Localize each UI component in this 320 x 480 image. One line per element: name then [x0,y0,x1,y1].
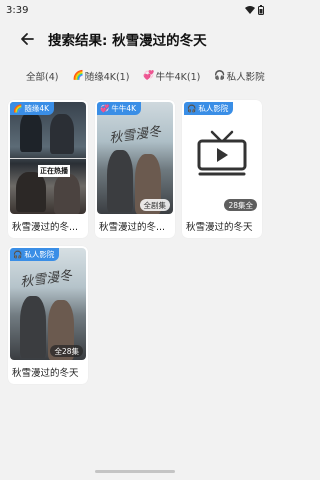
poster-image: 秋雪漫冬 全剧集 [97,102,173,214]
source-badge: 💞 牛牛4K [97,102,142,115]
source-tabs: 全部(4) 🌈 随缘4K(1) 💞 牛牛4K(1) 🎧 私人影院 [0,64,270,88]
headphones-icon: 🎧 [214,71,226,81]
hearts-icon: 💞 [143,71,155,81]
result-title: 秋雪漫过的冬天 [186,222,253,233]
episode-count: 28集全 [224,199,257,211]
source-badge: 🎧 私人影院 [184,102,234,115]
episode-count: 全28集 [50,345,83,357]
poster-image: 28集全 [184,102,260,214]
back-button[interactable] [12,24,42,54]
poster-calligraphy: 秋雪漫冬 [19,268,74,291]
result-title: 秋雪漫过的冬... [99,222,166,233]
back-arrow-icon [21,33,34,45]
battery-icon [258,5,264,15]
headphones-icon: 🎧 [187,104,197,113]
poster-image: 秋雪漫冬 全28集 [10,248,86,360]
gesture-bar [0,454,270,480]
tab-label: 全部(4) [26,72,59,83]
tab-suiyuan[interactable]: 🌈 随缘4K(1) [72,69,129,83]
page-title: 搜索结果: 秋雪漫过的冬天 [48,33,207,49]
tab-private-cinema[interactable]: 🎧 私人影院 [214,69,264,83]
rainbow-icon: 🌈 [72,71,84,81]
episode-count: 全剧集 [139,199,170,211]
poster-calligraphy: 秋雪漫冬 [108,124,163,147]
wifi-icon [245,5,255,14]
result-card[interactable]: 秋雪漫冬 全28集 🎧 私人影院 秋雪漫过的冬天 [8,246,88,384]
source-badge: 🎧 私人影院 [10,248,60,261]
status-time: 3:39 [6,4,29,16]
result-title: 秋雪漫过的冬天 [12,368,79,379]
tab-label: 随缘4K(1) [84,72,130,83]
header: 搜索结果: 秋雪漫过的冬天 [0,24,270,54]
poster-image: 正在热播 [10,102,86,214]
tv-play-icon [197,130,247,176]
result-card[interactable]: 正在热播 🌈 随缘4K 秋雪漫过的冬... [8,100,88,238]
status-bar: 3:39 [0,0,270,20]
poster-tag: 正在热播 [38,165,70,177]
tab-all[interactable]: 全部(4) [26,69,58,83]
tab-label: 牛牛4K(1) [155,72,201,83]
result-title: 秋雪漫过的冬... [12,222,79,233]
source-badge: 🌈 随缘4K [10,102,55,115]
tab-label: 私人影院 [226,72,265,83]
headphones-icon: 🎧 [13,250,23,259]
home-indicator[interactable] [95,470,175,473]
status-icons [245,5,264,15]
tab-niuniu[interactable]: 💞 牛牛4K(1) [143,69,200,83]
result-card[interactable]: 秋雪漫冬 全剧集 💞 牛牛4K 秋雪漫过的冬... [95,100,175,238]
hearts-icon: 💞 [100,104,110,113]
rainbow-icon: 🌈 [13,104,23,113]
result-card[interactable]: 28集全 🎧 私人影院 秋雪漫过的冬天 [182,100,262,238]
